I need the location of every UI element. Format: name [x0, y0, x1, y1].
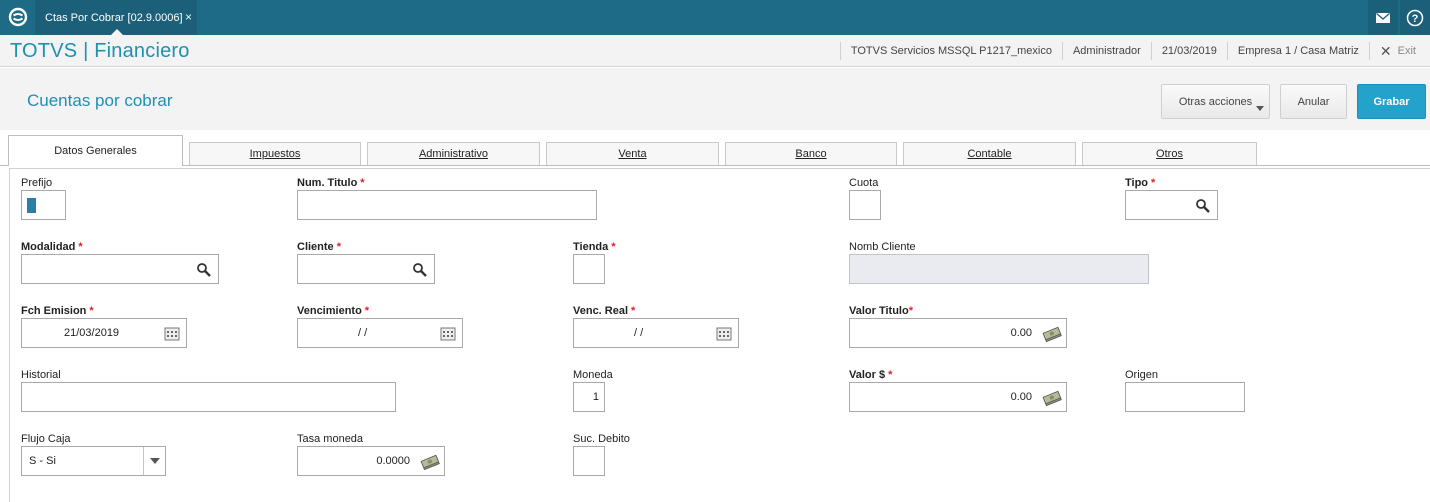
- cancel-button[interactable]: Anular: [1280, 84, 1347, 119]
- session-info: TOTVS Servicios MSSQL P1217_mexico Admin…: [839, 35, 1430, 67]
- other-actions-label: Otras acciones: [1178, 95, 1253, 108]
- venc-real-label: Venc. Real *: [573, 305, 636, 317]
- calendar-icon[interactable]: [716, 326, 732, 342]
- historial-label: Historial: [21, 369, 61, 381]
- cancel-label: Anular: [1297, 95, 1330, 108]
- num-titulo-label: Num. Titulo *: [297, 177, 365, 189]
- text-cursor: [27, 198, 36, 213]
- tab-datos-generales[interactable]: Datos Generales: [8, 135, 183, 166]
- tipo-label: Tipo *: [1125, 177, 1156, 189]
- venc-real-field[interactable]: / /: [573, 318, 739, 348]
- moneda-field[interactable]: 1: [573, 382, 605, 412]
- chevron-down-icon[interactable]: [143, 447, 165, 475]
- calendar-icon[interactable]: [440, 326, 456, 342]
- exit-button[interactable]: ✕ Exit: [1368, 42, 1430, 60]
- cuota-field[interactable]: [849, 190, 881, 220]
- cliente-label: Cliente *: [297, 241, 341, 253]
- nomb-cliente-label: Nomb Cliente: [849, 241, 916, 253]
- moneda-label: Moneda: [573, 369, 613, 381]
- save-label: Grabar: [1373, 95, 1410, 108]
- valor-titulo-field[interactable]: 0.00: [849, 318, 1067, 348]
- help-button[interactable]: ?: [1400, 0, 1430, 35]
- money-icon[interactable]: [420, 454, 440, 470]
- tasa-moneda-label: Tasa moneda: [297, 433, 364, 445]
- valor-dolar-label: Valor $ *: [849, 369, 893, 381]
- user-name: Administrador: [1061, 42, 1151, 60]
- origen-label: Origen: [1125, 369, 1159, 381]
- save-button[interactable]: Grabar: [1357, 84, 1426, 119]
- nomb-cliente-field: [849, 254, 1149, 284]
- company-name: Empresa 1 / Casa Matriz: [1226, 42, 1369, 60]
- search-icon[interactable]: [1195, 198, 1211, 214]
- other-actions-button[interactable]: Otras acciones: [1161, 84, 1270, 119]
- session-date: 21/03/2019: [1150, 42, 1227, 60]
- modalidad-label: Modalidad *: [21, 241, 83, 253]
- money-icon[interactable]: [1042, 326, 1062, 342]
- tab-banco[interactable]: Banco: [725, 142, 897, 165]
- brand-title: TOTVS | Financiero: [10, 40, 190, 62]
- tabs-divider: [0, 165, 1430, 166]
- flujo-caja-label: Flujo Caja: [21, 433, 71, 445]
- tab-contable[interactable]: Contable: [903, 142, 1076, 165]
- tipo-field[interactable]: [1125, 190, 1218, 220]
- close-icon[interactable]: ×: [185, 10, 192, 24]
- search-icon[interactable]: [412, 262, 428, 278]
- app-tab-title: Ctas Por Cobrar [02.9.0006]: [45, 11, 183, 24]
- chevron-down-icon: [1256, 106, 1264, 111]
- modalidad-field[interactable]: [21, 254, 219, 284]
- flujo-caja-select[interactable]: S - Si: [21, 446, 166, 476]
- vencimiento-field[interactable]: / /: [297, 318, 463, 348]
- calendar-icon[interactable]: [164, 326, 180, 342]
- valor-titulo-label: Valor Titulo*: [849, 305, 913, 317]
- fch-emision-label: Fch Emision *: [21, 305, 94, 317]
- suc-debito-field[interactable]: [573, 446, 605, 476]
- top-bar: Ctas Por Cobrar [02.9.0006] × ?: [0, 0, 1430, 35]
- app-tab[interactable]: Ctas Por Cobrar [02.9.0006] ×: [35, 0, 197, 35]
- tienda-label: Tienda *: [573, 241, 616, 253]
- vencimiento-label: Vencimiento *: [297, 305, 370, 317]
- exit-label: Exit: [1397, 45, 1416, 57]
- mail-icon: [1376, 12, 1390, 23]
- tab-otros[interactable]: Otros: [1082, 142, 1257, 165]
- origen-field[interactable]: [1125, 382, 1245, 412]
- cuota-label: Cuota: [849, 177, 879, 189]
- exit-icon: ✕: [1379, 43, 1392, 59]
- fch-emision-field[interactable]: 21/03/2019: [21, 318, 187, 348]
- mail-button[interactable]: [1368, 0, 1398, 35]
- form-tabs: Datos Generales Impuestos Administrativo…: [0, 134, 1430, 166]
- valor-dolar-field[interactable]: 0.00: [849, 382, 1067, 412]
- svg-text:?: ?: [1412, 13, 1419, 25]
- cliente-field[interactable]: [297, 254, 435, 284]
- tab-impuestos[interactable]: Impuestos: [189, 142, 361, 165]
- page-toolbar: Cuentas por cobrar Otras acciones Anular…: [0, 68, 1430, 130]
- historial-field[interactable]: [21, 382, 396, 412]
- prefijo-field[interactable]: [21, 190, 66, 220]
- app-header: TOTVS | Financiero TOTVS Servicios MSSQL…: [0, 35, 1430, 67]
- server-name: TOTVS Servicios MSSQL P1217_mexico: [839, 42, 1062, 60]
- search-icon[interactable]: [196, 262, 212, 278]
- totvs-logo-icon[interactable]: [8, 7, 28, 27]
- tienda-field[interactable]: [573, 254, 605, 284]
- tab-administrativo[interactable]: Administrativo: [367, 142, 540, 165]
- num-titulo-field[interactable]: [297, 190, 597, 220]
- tab-venta[interactable]: Venta: [546, 142, 719, 165]
- help-icon: ?: [1406, 9, 1424, 26]
- money-icon[interactable]: [1042, 390, 1062, 406]
- prefijo-label: Prefijo: [21, 177, 53, 189]
- tasa-moneda-field[interactable]: 0.0000: [297, 446, 445, 476]
- page-title: Cuentas por cobrar: [27, 91, 173, 110]
- suc-debito-label: Suc. Debito: [573, 433, 630, 445]
